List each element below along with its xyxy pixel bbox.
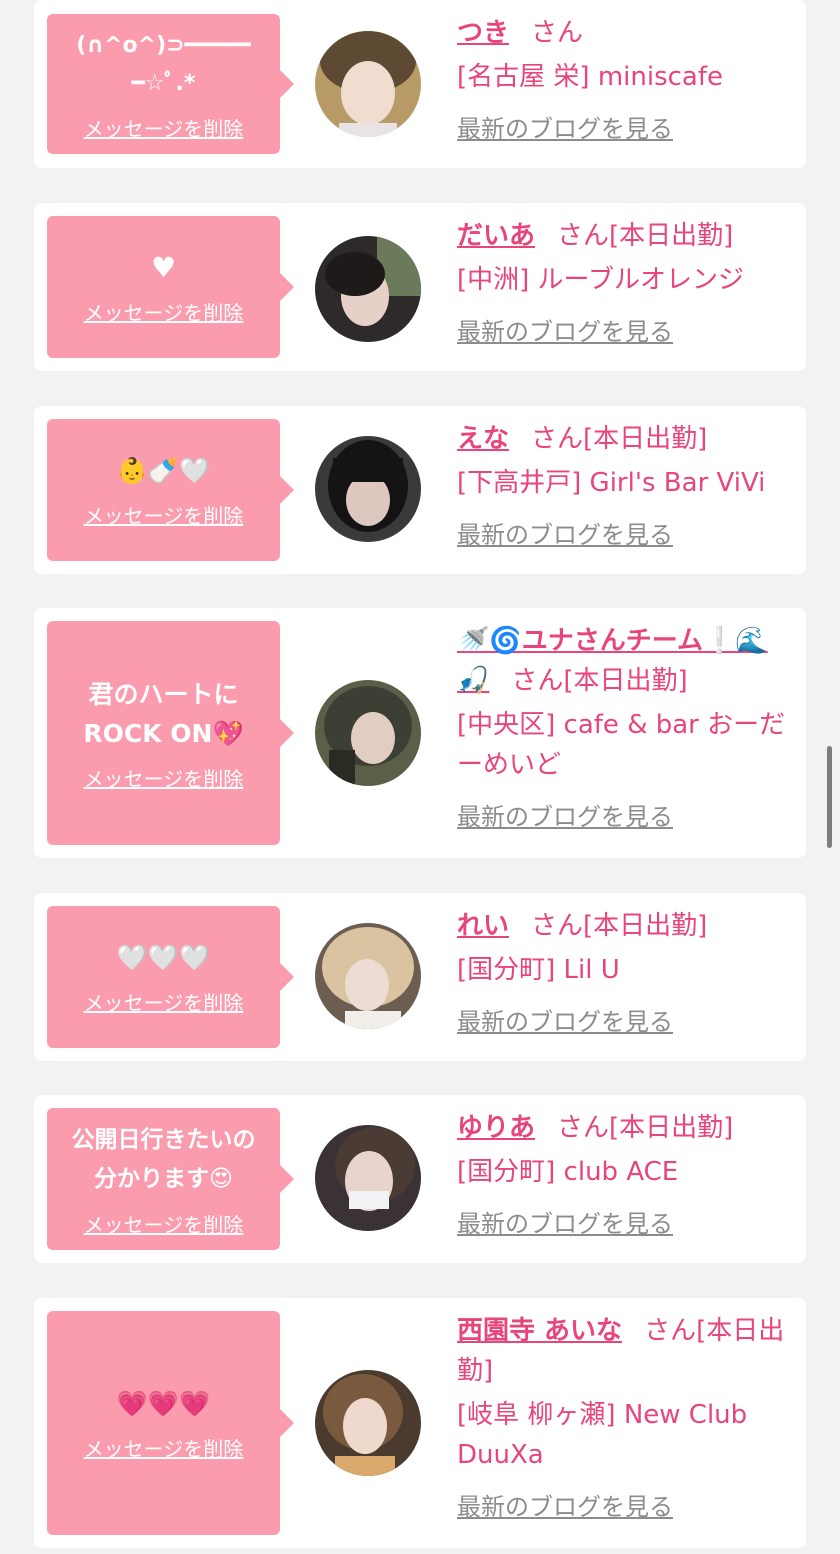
latest-blog-link[interactable]: 最新のブログを見る <box>457 1204 673 1244</box>
delete-message-link[interactable]: メッセージを削除 <box>84 500 244 529</box>
avatar[interactable] <box>315 1125 421 1231</box>
message-card: 👶🍼🤍 メッセージを削除 えな さん[本日出勤] [下高井戸] Girl's Ba… <box>34 406 806 574</box>
user-photo-icon <box>315 923 421 1029</box>
status-badge: [本日出勤] <box>609 221 734 251</box>
honorific: さん <box>511 666 564 696</box>
status-badge: [本日出勤] <box>583 911 708 941</box>
user-info: だいあ さん[本日出勤] [中洲] ルーブルオレンジ 最新のブログを見る <box>457 216 797 352</box>
message-card: 💗💗💗 メッセージを削除 西園寺 あいな さん[本日出勤] [岐阜 柳ヶ瀬] Ne… <box>34 1298 806 1548</box>
message-text: 👶🍼🤍 <box>116 456 211 485</box>
shop-name: [中央区] cafe & bar おーだーめいど <box>457 710 786 780</box>
message-card: ♥ メッセージを削除 だいあ さん[本日出勤] [中洲] ルーブルオレンジ 最新の… <box>34 203 806 371</box>
user-photo-icon <box>315 31 421 137</box>
avatar[interactable] <box>315 680 421 786</box>
shop-name: [名古屋 栄] miniscafe <box>457 62 723 92</box>
message-bubble: 👶🍼🤍 メッセージを削除 <box>47 419 294 561</box>
message-card: (∩^o^)⊃━━━━━ ━☆ﾟ.* メッセージを削除 つき さん [名古屋 栄]… <box>34 0 806 168</box>
latest-blog-link[interactable]: 最新のブログを見る <box>457 797 673 837</box>
latest-blog-link[interactable]: 最新のブログを見る <box>457 312 673 352</box>
message-bubble: 君のハートに ROCK ON💖 メッセージを削除 <box>47 621 294 845</box>
delete-message-link[interactable]: メッセージを削除 <box>84 297 244 326</box>
user-name-link[interactable]: えな <box>457 424 509 454</box>
message-text: 君のハートに ROCK ON💖 <box>83 679 244 748</box>
shop-name: [岐阜 柳ヶ瀬] New Club DuuXa <box>457 1400 748 1470</box>
honorific: さん <box>557 1113 610 1143</box>
delete-message-link[interactable]: メッセージを削除 <box>84 987 244 1016</box>
message-bubble: 💗💗💗 メッセージを削除 <box>47 1311 294 1535</box>
user-info: 🚿🌀ユナさんチーム❕🌊🎣 さん[本日出勤] [中央区] cafe & bar おー… <box>457 621 797 837</box>
message-bubble: ♥ メッセージを削除 <box>47 216 294 358</box>
latest-blog-link[interactable]: 最新のブログを見る <box>457 109 673 149</box>
status-badge: [本日出勤] <box>583 424 708 454</box>
message-text: (∩^o^)⊃━━━━━ ━☆ﾟ.* <box>76 32 251 96</box>
user-name-link[interactable]: つき <box>457 18 509 48</box>
honorific: さん <box>531 911 584 941</box>
message-card: 君のハートに ROCK ON💖 メッセージを削除 🚿🌀ユナさんチーム❕🌊🎣 さん[… <box>34 608 806 858</box>
user-info: つき さん [名古屋 栄] miniscafe 最新のブログを見る <box>457 13 797 149</box>
shop-name: [中洲] ルーブルオレンジ <box>457 265 744 295</box>
message-bubble: 🤍🤍🤍 メッセージを削除 <box>47 906 294 1048</box>
avatar[interactable] <box>315 436 421 542</box>
user-photo-icon <box>315 1370 421 1476</box>
honorific: さん <box>531 424 584 454</box>
user-name-link[interactable]: れい <box>457 911 509 941</box>
status-badge: [本日出勤] <box>563 666 688 696</box>
message-text: 🤍🤍🤍 <box>116 943 211 972</box>
user-photo-icon <box>315 436 421 542</box>
honorific: さん <box>557 221 610 251</box>
user-info: れい さん[本日出勤] [国分町] Lil U 最新のブログを見る <box>457 906 797 1042</box>
user-photo-icon <box>315 1125 421 1231</box>
avatar[interactable] <box>315 1370 421 1476</box>
delete-message-link[interactable]: メッセージを削除 <box>84 1433 244 1462</box>
message-card: 公開日行きたいの 分かります😍 メッセージを削除 ゆりあ さん[本日出勤] [国分… <box>34 1095 806 1263</box>
user-info: えな さん[本日出勤] [下高井戸] Girl's Bar ViVi 最新のブログ… <box>457 419 797 555</box>
delete-message-link[interactable]: メッセージを削除 <box>84 1209 244 1238</box>
avatar[interactable] <box>315 236 421 342</box>
latest-blog-link[interactable]: 最新のブログを見る <box>457 1002 673 1042</box>
user-name-link[interactable]: だいあ <box>457 221 535 251</box>
status-badge: [本日出勤] <box>609 1113 734 1143</box>
delete-message-link[interactable]: メッセージを削除 <box>84 113 244 142</box>
avatar[interactable] <box>315 923 421 1029</box>
user-info: 西園寺 あいな さん[本日出勤] [岐阜 柳ヶ瀬] New Club DuuXa … <box>457 1311 797 1527</box>
message-text: 公開日行きたいの 分かります😍 <box>71 1126 256 1192</box>
message-card: 🤍🤍🤍 メッセージを削除 れい さん[本日出勤] [国分町] Lil U 最新のブ… <box>34 893 806 1061</box>
user-info: ゆりあ さん[本日出勤] [国分町] club ACE 最新のブログを見る <box>457 1108 797 1244</box>
shop-name: [下高井戸] Girl's Bar ViVi <box>457 468 766 498</box>
honorific: さん <box>531 18 584 48</box>
user-name-link[interactable]: 西園寺 あいな <box>457 1316 622 1346</box>
message-text: 💗💗💗 <box>116 1389 211 1418</box>
latest-blog-link[interactable]: 最新のブログを見る <box>457 1487 673 1527</box>
shop-name: [国分町] Lil U <box>457 955 620 985</box>
message-list-page: (∩^o^)⊃━━━━━ ━☆ﾟ.* メッセージを削除 つき さん [名古屋 栄]… <box>0 0 840 1554</box>
user-photo-icon <box>315 236 421 342</box>
avatar[interactable] <box>315 31 421 137</box>
user-name-link[interactable]: ゆりあ <box>457 1113 535 1143</box>
scrollbar[interactable] <box>827 746 832 848</box>
honorific: さん <box>644 1316 697 1346</box>
message-text: ♥ <box>150 251 177 284</box>
latest-blog-link[interactable]: 最新のブログを見る <box>457 515 673 555</box>
message-bubble: (∩^o^)⊃━━━━━ ━☆ﾟ.* メッセージを削除 <box>47 14 294 154</box>
message-bubble: 公開日行きたいの 分かります😍 メッセージを削除 <box>47 1108 294 1250</box>
user-photo-icon <box>315 680 421 786</box>
delete-message-link[interactable]: メッセージを削除 <box>84 763 244 792</box>
shop-name: [国分町] club ACE <box>457 1157 679 1187</box>
